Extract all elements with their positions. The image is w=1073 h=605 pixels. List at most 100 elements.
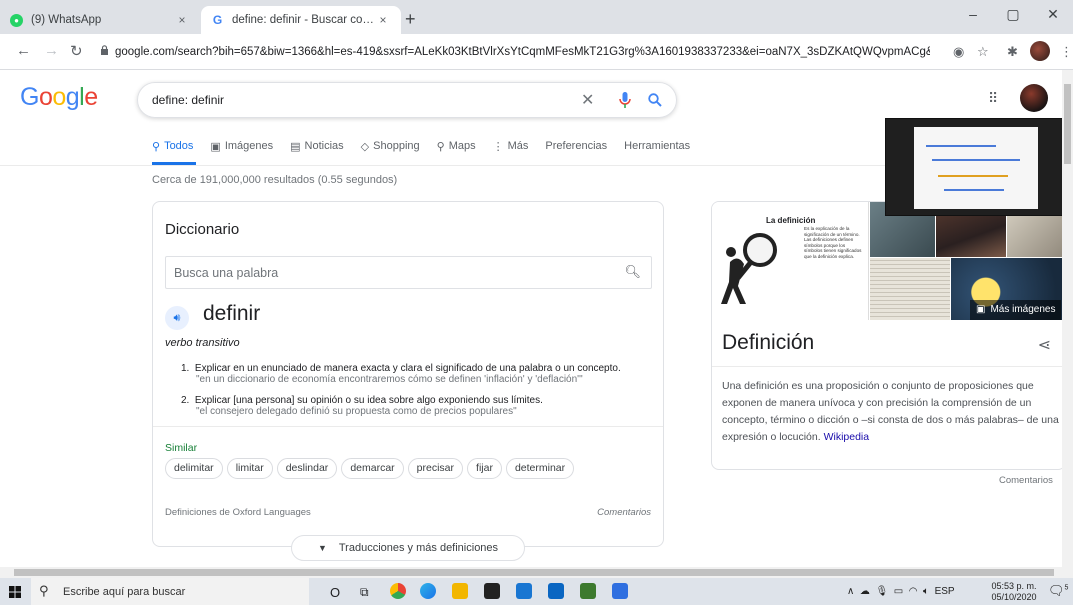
microphone-icon[interactable] [619, 92, 631, 109]
tab-herramientas[interactable]: Herramientas [624, 137, 690, 155]
wifi-icon[interactable]: ◠ [909, 586, 918, 597]
similar-chip[interactable]: limitar [226, 458, 273, 479]
taskbar-search[interactable]: ⚲ Escribe aquí para buscar [31, 578, 309, 605]
close-window-button[interactable]: ✕ [1033, 6, 1073, 23]
volume-icon[interactable]: 🔈︎ [923, 586, 929, 597]
reload-icon[interactable]: ↻ [70, 42, 83, 60]
preview-line [944, 189, 1004, 191]
minimize-button[interactable]: – [953, 6, 993, 22]
notification-center-icon[interactable]: 🗨︎5 [1048, 583, 1068, 599]
scrollbar-thumb[interactable] [14, 569, 1054, 576]
back-arrow-icon[interactable]: ← [16, 42, 31, 59]
profile-avatar[interactable] [1030, 41, 1050, 61]
microphone-icon[interactable]: 🎙︎ [875, 586, 888, 597]
divider [153, 426, 663, 427]
similar-chip[interactable]: deslindar [276, 458, 338, 479]
definition-example: "el consejero delegado definió su propue… [196, 406, 517, 417]
lock-icon [101, 45, 108, 55]
horizontal-scrollbar[interactable] [0, 567, 1073, 578]
taskbar-clock[interactable]: 05:53 p. m. 05/10/2020 [989, 581, 1039, 603]
browser-tab-whatsapp[interactable]: ● (9) WhatsApp × [0, 6, 200, 34]
google-logo[interactable]: Google [20, 83, 98, 112]
tab-todos[interactable]: ⚲ Todos [152, 137, 193, 155]
vertical-scrollbar[interactable] [1062, 70, 1073, 567]
store-icon[interactable] [484, 583, 500, 599]
dictionary-search-placeholder: Busca una palabra [174, 266, 279, 280]
tab-imagenes[interactable]: ▣ Imágenes [210, 137, 273, 155]
similar-chip[interactable]: delimitar [165, 458, 223, 479]
dictionary-page-tile[interactable] [870, 258, 950, 320]
menu-kebab-icon[interactable]: ⋮ [1060, 44, 1073, 60]
dictionary-search-input[interactable]: Busca una palabra 🔍︎ [165, 256, 652, 289]
part-of-speech: verbo transitivo [165, 337, 240, 349]
account-avatar[interactable] [1020, 84, 1048, 112]
mail-icon[interactable] [516, 583, 532, 599]
close-tab-icon[interactable]: × [174, 13, 190, 27]
task-view-icon[interactable]: ⧉ [360, 585, 376, 601]
language-indicator[interactable]: ESP [935, 586, 955, 597]
definition-illustration-image[interactable]: La definición Es la explicación de la si… [712, 202, 869, 320]
apps-grid-icon[interactable]: ⠿ [988, 90, 998, 107]
comments-link[interactable]: Comentarios [597, 507, 651, 518]
share-icon[interactable]: ⋖ [1038, 335, 1051, 355]
browser-tab-google[interactable]: G define: definir - Buscar con Goog × [201, 6, 401, 34]
windows-start-icon[interactable] [9, 586, 21, 598]
tab-maps[interactable]: ⚲ Maps [437, 137, 476, 155]
map-pin-icon: ⚲ [436, 140, 445, 153]
extensions-icon[interactable]: ✱ [1007, 44, 1018, 60]
tab-preferencias[interactable]: Preferencias [545, 137, 607, 155]
notification-count: 5 [1064, 584, 1069, 592]
image-caption: Es la explicación de la significación de… [804, 226, 862, 259]
location-icon[interactable]: ◉ [953, 44, 964, 60]
search-input[interactable]: define: definir [152, 93, 224, 107]
app-chat-icon[interactable] [612, 583, 628, 599]
whatsapp-icon: ● [10, 13, 23, 27]
knowledge-panel-title: Definición [722, 331, 815, 354]
speaker-icon[interactable]: 🔊︎ [165, 306, 189, 330]
cloud-icon[interactable]: ☁ [860, 586, 870, 597]
forward-arrow-icon[interactable]: → [44, 42, 59, 59]
edge-icon[interactable] [420, 583, 436, 599]
image-strip[interactable]: La definición Es la explicación de la si… [712, 202, 1065, 320]
clear-icon[interactable]: ✕ [581, 90, 594, 110]
similar-chip[interactable]: precisar [407, 458, 464, 479]
similar-chip[interactable]: fijar [467, 458, 502, 479]
search-icon[interactable]: 🔍︎ [624, 264, 641, 280]
tab-mas[interactable]: ⋮ Más [493, 137, 529, 155]
windows-taskbar: ⚲ Escribe aquí para buscar O ⧉ ∧ ☁ 🎙︎ ▭ … [0, 578, 1073, 605]
app-l-icon[interactable] [548, 583, 564, 599]
knowledge-panel-description: Una definición es una proposición o conj… [722, 380, 1059, 443]
search-icon: ⚲ [152, 140, 161, 153]
address-toolbar: ← → ↻ google.com/search?bih=657&biw=1366… [0, 34, 1073, 70]
scrollbar-thumb[interactable] [1064, 84, 1071, 164]
tab-title: define: definir - Buscar con Goog [232, 14, 375, 26]
file-explorer-icon[interactable] [452, 583, 468, 599]
minecraft-icon[interactable] [580, 583, 596, 599]
maximize-button[interactable]: ▢ [993, 6, 1033, 23]
cortana-icon[interactable]: O [330, 585, 346, 601]
close-tab-icon[interactable]: × [375, 13, 391, 27]
chrome-icon[interactable] [390, 583, 406, 599]
image-icon: ▣ [976, 304, 986, 315]
similar-chip[interactable]: determinar [505, 458, 575, 479]
window-preview-thumbnail[interactable] [885, 118, 1067, 216]
battery-icon[interactable]: ▭ [894, 586, 903, 597]
new-tab-button[interactable]: + [405, 9, 416, 30]
tab-shopping[interactable]: ◇ Shopping [361, 137, 420, 155]
definition-item: 2. Explicar [una persona] su opinión o s… [181, 395, 543, 417]
clock-date: 05/10/2020 [991, 592, 1037, 602]
result-stats: Cerca de 191,000,000 resultados (0.55 se… [152, 174, 398, 186]
more-definitions-button[interactable]: ▼ Traducciones y más definiciones [291, 535, 525, 561]
star-icon[interactable]: ☆ [977, 44, 989, 60]
wikipedia-link[interactable]: Wikipedia [824, 431, 870, 443]
preview-line [938, 175, 1008, 177]
similar-chips: delimitar limitar deslindar demarcar pre… [165, 458, 578, 479]
search-icon[interactable] [648, 93, 662, 107]
tab-noticias[interactable]: ▤ Noticias [290, 137, 344, 155]
more-images-button[interactable]: ▣ Más imágenes [970, 300, 1062, 320]
chevron-up-icon[interactable]: ∧ [847, 586, 854, 597]
comments-link[interactable]: Comentarios [999, 475, 1053, 486]
url-bar[interactable]: google.com/search?bih=657&biw=1366&hl=es… [100, 40, 930, 64]
search-box[interactable]: define: definir ✕ [137, 82, 677, 118]
similar-chip[interactable]: demarcar [341, 458, 404, 479]
